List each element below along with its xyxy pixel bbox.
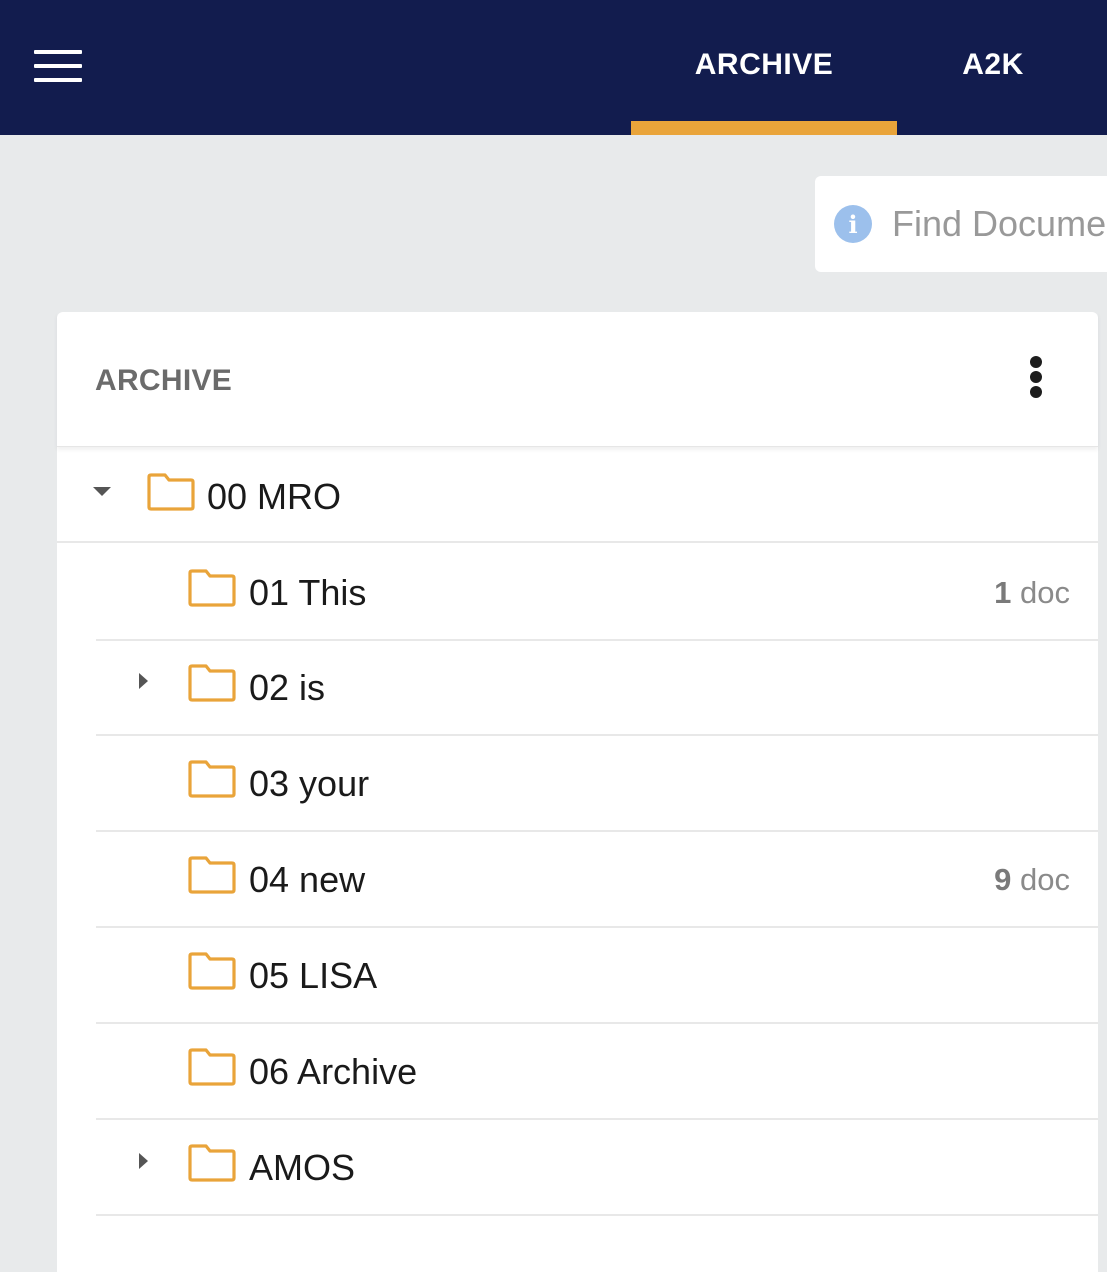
tree-row-label: 02 is xyxy=(249,667,326,708)
tree-root-row[interactable]: 00 MRO xyxy=(57,447,1098,543)
folder-icon xyxy=(188,856,236,894)
document-count-value: 1 xyxy=(994,575,1012,610)
card-title: ARCHIVE xyxy=(95,364,233,397)
document-count: 9 doc xyxy=(994,862,1070,898)
tree-row-label: 05 LISA xyxy=(249,955,378,996)
folder-icon xyxy=(188,760,236,798)
search-input[interactable] xyxy=(892,203,1107,245)
find-documents-search: i xyxy=(815,176,1107,272)
folder-icon xyxy=(188,1048,236,1086)
tree-row-06-archive[interactable]: 06 Archive xyxy=(96,1024,1098,1120)
tab-archive[interactable]: ARCHIVE xyxy=(631,0,897,135)
active-tab-indicator xyxy=(631,121,897,135)
tree-row-label: 04 new xyxy=(249,859,366,900)
caret-right-icon[interactable] xyxy=(139,673,148,689)
tree-row-amos[interactable]: AMOS xyxy=(96,1120,1098,1216)
card-header: ARCHIVE xyxy=(57,312,1098,447)
document-count-unit: doc xyxy=(1020,575,1070,610)
folder-icon xyxy=(188,569,236,607)
folder-icon xyxy=(188,664,236,702)
document-count-value: 9 xyxy=(994,862,1012,897)
hamburger-menu-icon[interactable] xyxy=(30,48,84,88)
kebab-menu-icon[interactable] xyxy=(1022,354,1052,402)
tree-root-label: 00 MRO xyxy=(207,476,342,517)
caret-down-icon[interactable] xyxy=(93,487,111,496)
tree-row-label: 01 This xyxy=(249,572,367,613)
tree-row-03-your[interactable]: 03 your xyxy=(96,736,1098,832)
folder-icon xyxy=(188,952,236,990)
document-count-unit: doc xyxy=(1020,862,1070,897)
tree-row-02-is[interactable]: 02 is xyxy=(96,640,1098,736)
tree-row-label: 03 your xyxy=(249,763,370,804)
tab-archive-label: ARCHIVE xyxy=(694,48,834,81)
tree-row-05-lisa[interactable]: 05 LISA xyxy=(96,928,1098,1024)
folder-icon xyxy=(147,473,195,511)
tree-row-04-new[interactable]: 04 new 9 doc xyxy=(96,832,1098,928)
caret-right-icon[interactable] xyxy=(139,1153,148,1169)
archive-card: ARCHIVE 00 MRO 01 This 1 doc 02 is 03 yo… xyxy=(57,312,1098,1272)
info-icon[interactable]: i xyxy=(834,205,872,243)
tree-row-label: 06 Archive xyxy=(249,1051,418,1092)
tab-a2k[interactable]: A2K xyxy=(897,0,1089,135)
tree-row-label: AMOS xyxy=(249,1147,356,1188)
tree-row-01-this[interactable]: 01 This 1 doc xyxy=(96,545,1098,641)
folder-icon xyxy=(188,1144,236,1182)
document-count: 1 doc xyxy=(994,575,1070,611)
top-navigation-bar: ARCHIVE A2K xyxy=(0,0,1107,135)
tab-a2k-label: A2K xyxy=(962,48,1024,81)
